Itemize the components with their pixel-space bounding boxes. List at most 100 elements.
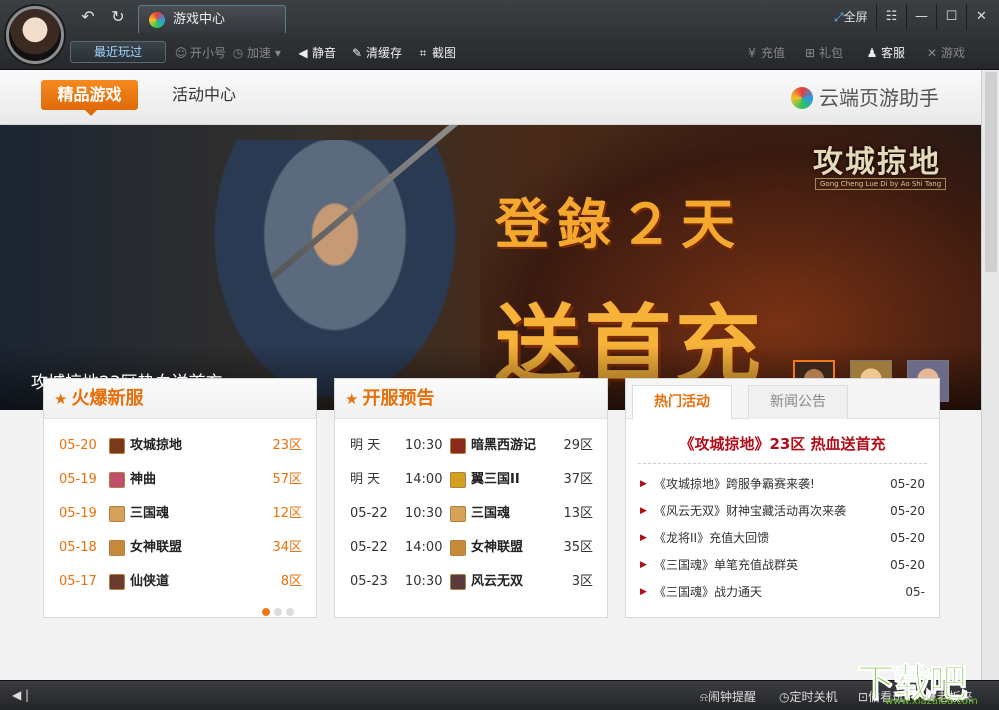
shutdown-timer-button[interactable]: ◷定时关机 <box>779 688 838 705</box>
star-icon: ★ <box>345 390 359 408</box>
upcoming-row[interactable]: 05-23 10:30 风云无双 3区 <box>335 565 607 599</box>
promo-banner[interactable]: 攻城掠地 Gong Cheng Lue Di by Ao Shi Tang 登錄… <box>0 125 981 410</box>
carousel-dot-3[interactable] <box>286 608 294 616</box>
recent-played-button[interactable]: 最近玩过 <box>70 41 166 63</box>
upcoming-row[interactable]: 05-22 14:00 女神联盟 35区 <box>335 531 607 565</box>
gift-icon: ⊞ <box>804 46 816 60</box>
server-zone: 12区 <box>272 506 302 521</box>
alarm-button[interactable]: ⍾闹钟提醒 <box>700 688 756 705</box>
tab-hot-activities[interactable]: 热门活动 <box>632 385 732 420</box>
brand-logo: 云端页游助手 <box>791 84 939 112</box>
carousel-dot-2[interactable] <box>274 608 282 616</box>
activities-tabs: 热门活动 新闻公告 <box>626 379 939 420</box>
yen-icon: ¥ <box>748 46 756 60</box>
server-row[interactable]: 05-17 仙侠道 8区 <box>44 565 316 599</box>
screenshot-button[interactable]: ⌗ 截图 <box>416 44 456 62</box>
game-icon <box>109 506 125 522</box>
upcoming-header: ★ 开服预告 <box>335 379 607 419</box>
service-button[interactable]: ♟ 客服 <box>865 44 905 62</box>
vertical-scrollbar[interactable] <box>981 70 999 680</box>
news-item[interactable]: ▶ 《攻城掠地》跨服争霸赛来袭! 05-20 <box>626 471 939 498</box>
volume-icon[interactable]: ◀ | <box>12 688 29 702</box>
shutdown-label: 定时关机 <box>789 690 838 704</box>
banner-slogan-line1: 登錄２天 <box>495 193 743 256</box>
fullscreen-label: 全屏 <box>843 10 868 24</box>
bullet-triangle-icon: ▶ <box>640 587 647 597</box>
server-date: 05-20 <box>59 438 97 453</box>
divider <box>638 463 927 464</box>
hot-servers-header: ★ 火爆新服 <box>44 379 316 419</box>
news-text: 《攻城掠地》跨服争霸赛来袭! <box>654 477 815 491</box>
server-row[interactable]: 05-19 三国魂 12区 <box>44 497 316 531</box>
open-alt-account-button[interactable]: ☺ 开小号 <box>174 44 226 62</box>
news-item[interactable]: ▶ 《三国魂》单笔充值战群英 05-20 <box>626 552 939 579</box>
tab-activity-center[interactable]: 活动中心 <box>172 80 236 110</box>
game-icon <box>450 472 466 488</box>
fullscreen-button[interactable]: ⤢全屏 <box>834 6 868 28</box>
game-name: 攻城掠地 <box>130 438 183 453</box>
clear-cache-label: 清缓存 <box>366 46 403 60</box>
refresh-icon[interactable]: ↻ <box>104 6 132 28</box>
tab-featured-games[interactable]: 精品游戏 <box>41 80 138 116</box>
tab-game-center[interactable]: 游戏中心 <box>138 5 286 33</box>
news-item[interactable]: ▶ 《龙将II》充值大回馈 05-20 <box>626 525 939 552</box>
server-row[interactable]: 05-19 神曲 57区 <box>44 463 316 497</box>
bullet-triangle-icon: ▶ <box>640 533 647 543</box>
upcoming-date: 05-23 <box>350 574 388 589</box>
broom-icon: ✎ <box>351 46 363 60</box>
hot-servers-title: 火爆新服 <box>71 388 144 409</box>
timer-icon: ◷ <box>779 690 790 704</box>
game-name: 仙侠道 <box>130 574 170 589</box>
expand-icon: ⤢ <box>834 10 844 24</box>
games-button[interactable]: ✕ 游戏 <box>925 44 965 62</box>
news-item[interactable]: ▶ 《三国魂》战力通天 05- <box>626 579 939 606</box>
upcoming-date: 05-22 <box>350 506 388 521</box>
menu-grid-icon[interactable]: ☷ <box>876 4 906 30</box>
gift-button[interactable]: ⊞ 礼包 <box>803 44 843 62</box>
close-button[interactable]: ✕ <box>966 4 996 30</box>
tab-game-center-label: 游戏中心 <box>173 12 226 27</box>
minimize-button[interactable]: — <box>906 4 936 30</box>
game-name: 女神联盟 <box>130 540 183 555</box>
news-text: 《风云无双》财神宝藏活动再次来袭 <box>654 504 847 518</box>
speed-button[interactable]: ◷ 加速 ▾ <box>231 44 281 62</box>
upcoming-row[interactable]: 明 天 14:00 翼三国II 37区 <box>335 463 607 497</box>
activities-headline[interactable]: 《攻城掠地》23区 热血送首充 <box>626 433 939 454</box>
upcoming-time: 10:30 <box>405 506 443 521</box>
server-date: 05-19 <box>59 472 97 487</box>
server-date: 05-17 <box>59 574 97 589</box>
tab-news[interactable]: 新闻公告 <box>748 385 848 419</box>
scrollbar-thumb[interactable] <box>985 72 997 272</box>
server-zone: 8区 <box>280 574 302 589</box>
game-icon <box>450 540 466 556</box>
bullet-triangle-icon: ▶ <box>640 506 647 516</box>
game-icon <box>450 506 466 522</box>
activities-panel: 热门活动 新闻公告 《攻城掠地》23区 热血送首充 ▶ 《攻城掠地》跨服争霸赛来袭… <box>625 378 940 618</box>
news-item[interactable]: ▶ 《风云无双》财神宝藏活动再次来袭 05-20 <box>626 498 939 525</box>
server-date: 05-18 <box>59 540 97 555</box>
game-name: 女神联盟 <box>471 540 524 555</box>
server-row[interactable]: 05-18 女神联盟 34区 <box>44 531 316 565</box>
upcoming-zone: 13区 <box>563 506 593 521</box>
server-date: 05-19 <box>59 506 97 521</box>
game-center-logo-icon <box>149 12 165 28</box>
server-zone: 23区 <box>272 438 302 453</box>
news-date: 05-20 <box>890 504 925 518</box>
user-avatar[interactable] <box>6 6 64 64</box>
game-icon <box>109 438 125 454</box>
server-row[interactable]: 05-20 攻城掠地 23区 <box>44 429 316 463</box>
person-icon: ♟ <box>866 46 878 60</box>
user-add-icon: ☺ <box>174 46 188 60</box>
mute-button[interactable]: ◀ 静音 <box>296 44 336 62</box>
upcoming-row[interactable]: 明 天 10:30 暗黑西游记 29区 <box>335 429 607 463</box>
recharge-button[interactable]: ¥ 充值 <box>745 44 785 62</box>
news-text: 《三国魂》战力通天 <box>654 585 763 599</box>
news-date: 05-20 <box>890 477 925 491</box>
banner-game-logo: 攻城掠地 <box>813 145 941 180</box>
clear-cache-button[interactable]: ✎ 清缓存 <box>350 44 402 62</box>
upcoming-row[interactable]: 05-22 10:30 三国魂 13区 <box>335 497 607 531</box>
maximize-button[interactable]: ☐ <box>936 4 966 30</box>
back-arrow-icon[interactable]: ↶ <box>74 6 102 28</box>
upcoming-title: 开服预告 <box>362 388 435 409</box>
carousel-dot-1[interactable] <box>262 608 270 616</box>
